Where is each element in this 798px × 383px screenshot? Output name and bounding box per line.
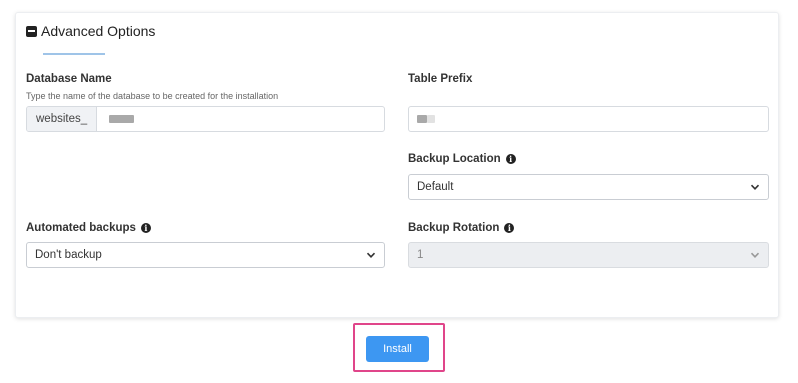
info-icon[interactable]: i <box>505 154 516 164</box>
database-name-group: websites_ <box>26 106 385 132</box>
database-name-hint: Type the name of the database to be crea… <box>26 91 279 101</box>
advanced-options-panel: Advanced Options <box>15 12 779 318</box>
section-title: Advanced Options <box>41 23 156 39</box>
database-name-input[interactable] <box>97 107 384 131</box>
info-icon[interactable]: i <box>140 223 151 233</box>
chevron-down-icon <box>750 252 760 258</box>
masked-value <box>427 115 435 123</box>
automated-backups-select[interactable]: Don't backup <box>26 242 385 268</box>
section-underline <box>43 53 105 55</box>
collapse-icon[interactable] <box>26 25 37 37</box>
table-prefix-group <box>408 106 769 132</box>
database-name-label: Database Name <box>26 73 112 85</box>
table-prefix-input[interactable] <box>409 107 768 131</box>
masked-value <box>109 115 135 123</box>
chevron-down-icon <box>366 252 376 258</box>
automated-backups-value: Don't backup <box>35 249 102 261</box>
backup-rotation-select: 1 <box>408 242 769 268</box>
backup-location-text: Backup Location <box>408 153 501 165</box>
backup-location-value: Default <box>417 181 454 193</box>
advanced-options-header[interactable]: Advanced Options <box>26 23 155 39</box>
chevron-down-icon <box>750 184 760 190</box>
backup-location-select[interactable]: Default <box>408 174 769 200</box>
table-prefix-label: Table Prefix <box>408 73 473 85</box>
automated-backups-label: Automated backups i <box>26 222 151 234</box>
automated-backups-text: Automated backups <box>26 222 136 234</box>
backup-rotation-label: Backup Rotation i <box>408 222 515 234</box>
backup-rotation-text: Backup Rotation <box>408 222 500 234</box>
masked-value <box>417 115 427 123</box>
install-button[interactable]: Install <box>366 336 429 362</box>
info-icon[interactable]: i <box>504 223 515 233</box>
backup-location-label: Backup Location i <box>408 153 516 165</box>
backup-rotation-value: 1 <box>417 249 424 261</box>
database-prefix-addon: websites_ <box>27 107 98 131</box>
